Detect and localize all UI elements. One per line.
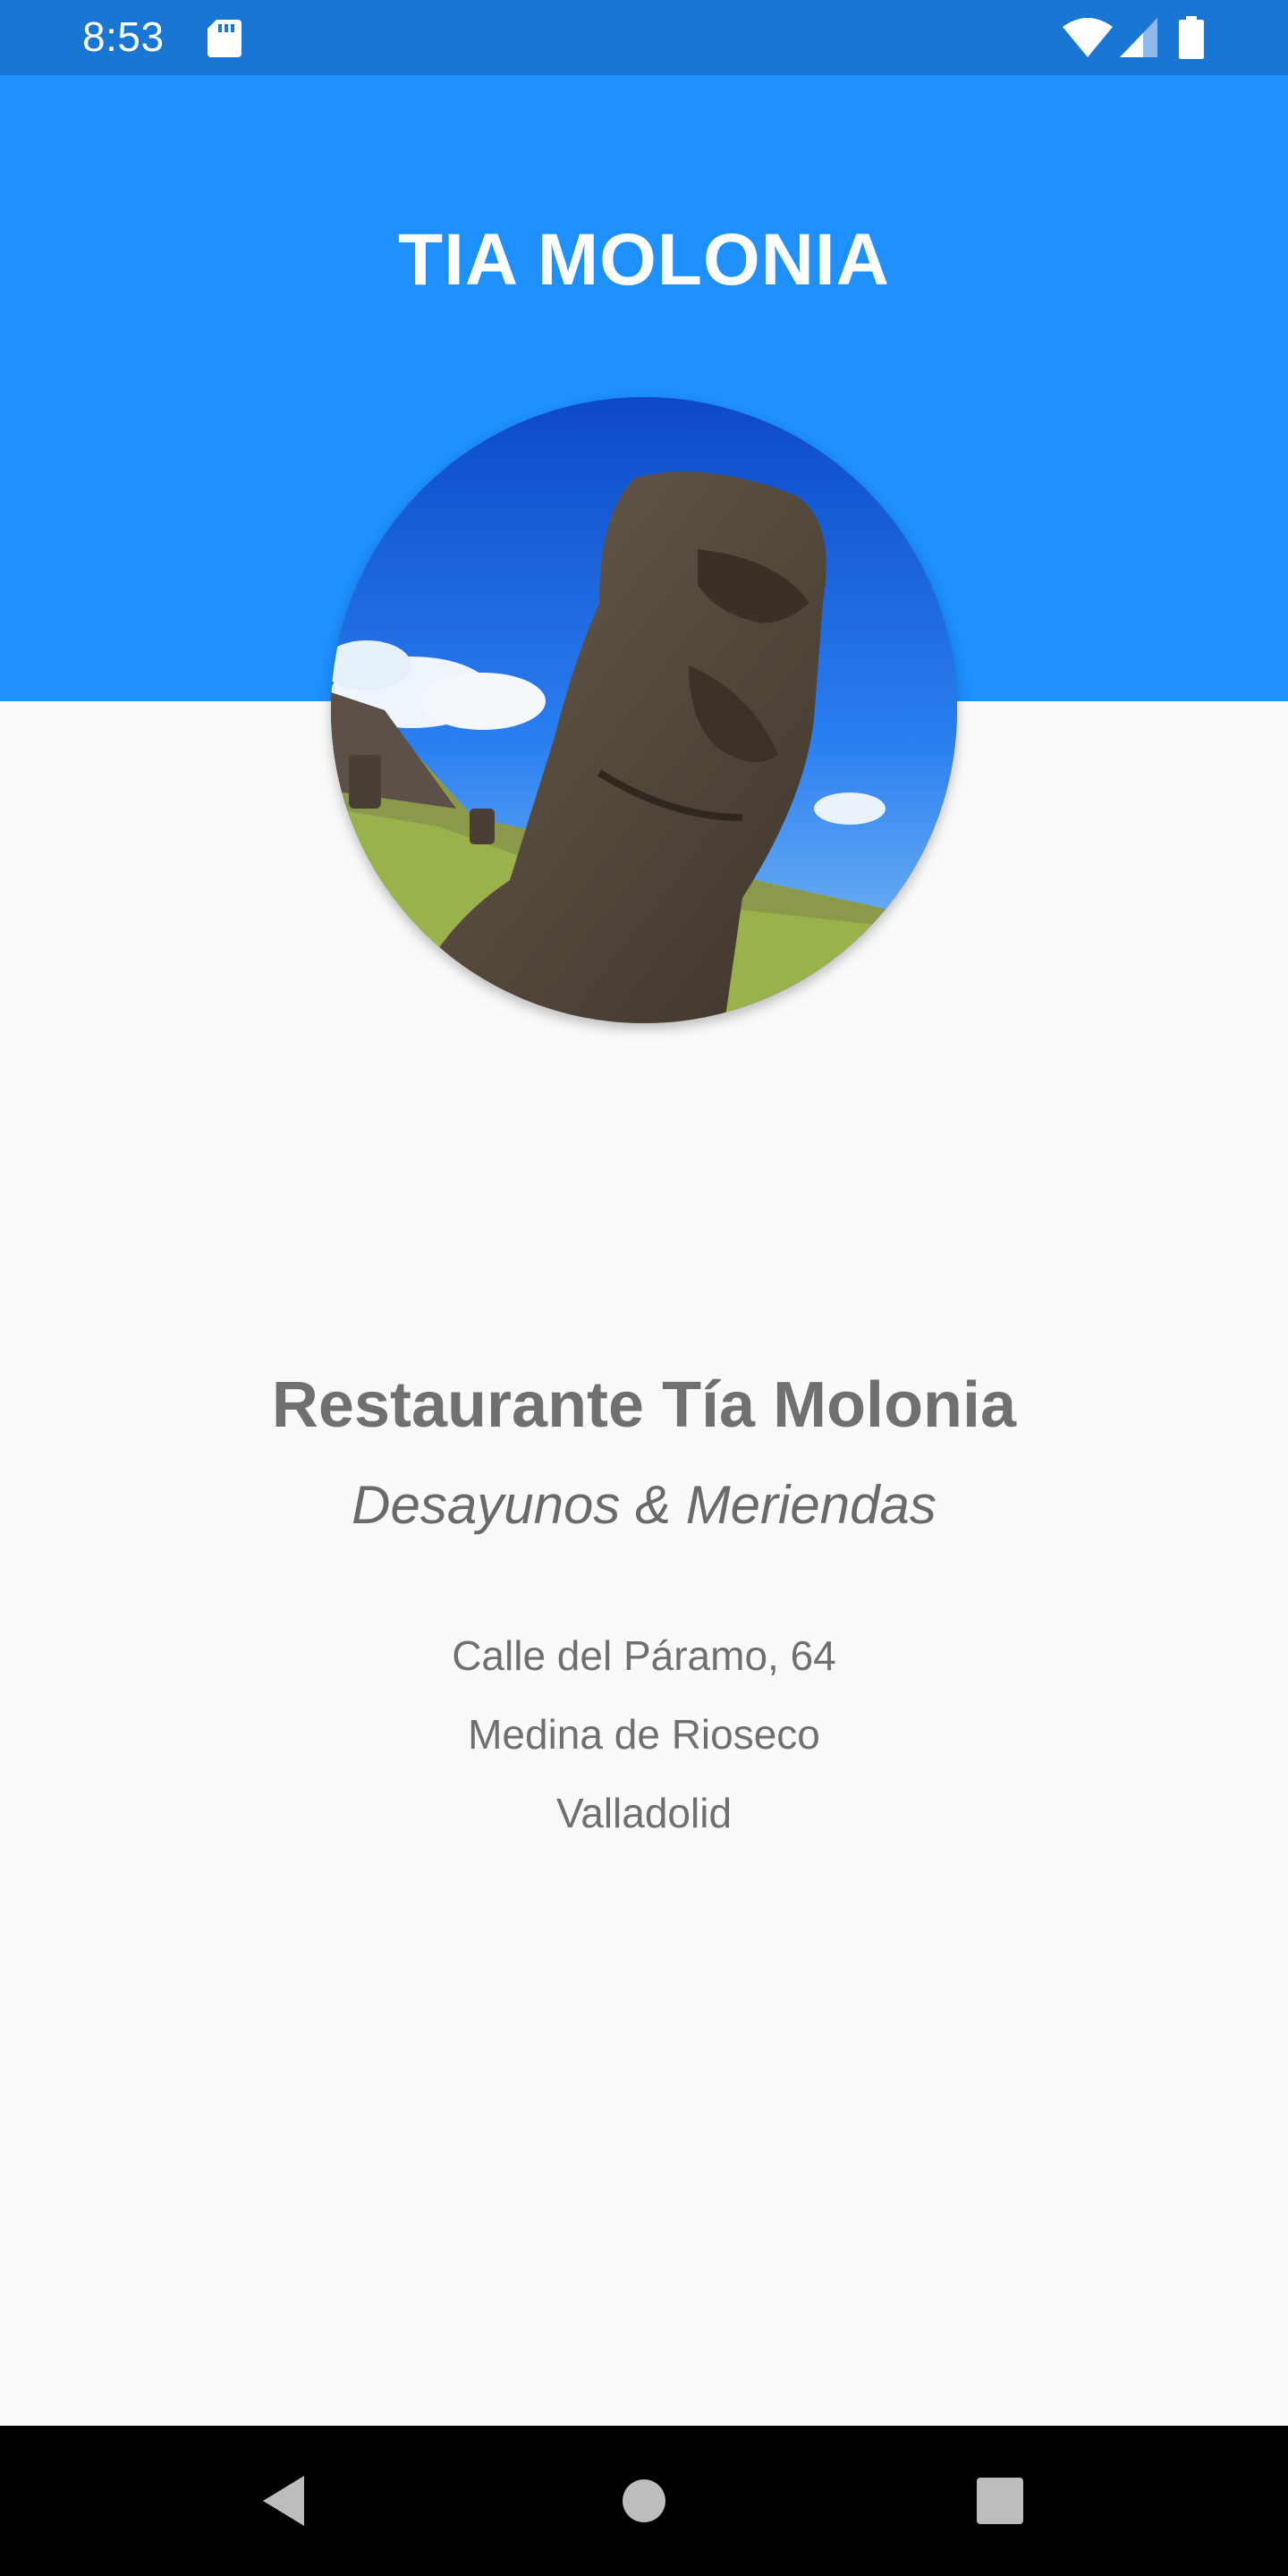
system-nav-bar xyxy=(0,2426,1288,2576)
wifi-icon xyxy=(1063,18,1113,57)
app-title: TIA MOLONIA xyxy=(397,219,890,301)
address-town: Medina de Rioseco xyxy=(468,1711,820,1758)
address-province: Valladolid xyxy=(555,1790,733,1836)
status-bar: 8:53 xyxy=(0,0,1288,75)
battery-icon xyxy=(1179,16,1204,59)
back-icon[interactable] xyxy=(259,2474,309,2528)
home-icon[interactable] xyxy=(623,2479,665,2522)
status-time: 8:53 xyxy=(82,13,165,60)
restaurant-tagline: Desayunos & Meriendas xyxy=(352,1475,936,1535)
sd-card-icon xyxy=(208,20,242,57)
signal-icon xyxy=(1120,18,1157,57)
recent-apps-icon[interactable] xyxy=(977,2478,1023,2524)
restaurant-name: Restaurante Tía Molonia xyxy=(271,1369,1017,1441)
moai-statue-photo xyxy=(331,397,957,1023)
address-street: Calle del Páramo, 64 xyxy=(452,1632,836,1679)
